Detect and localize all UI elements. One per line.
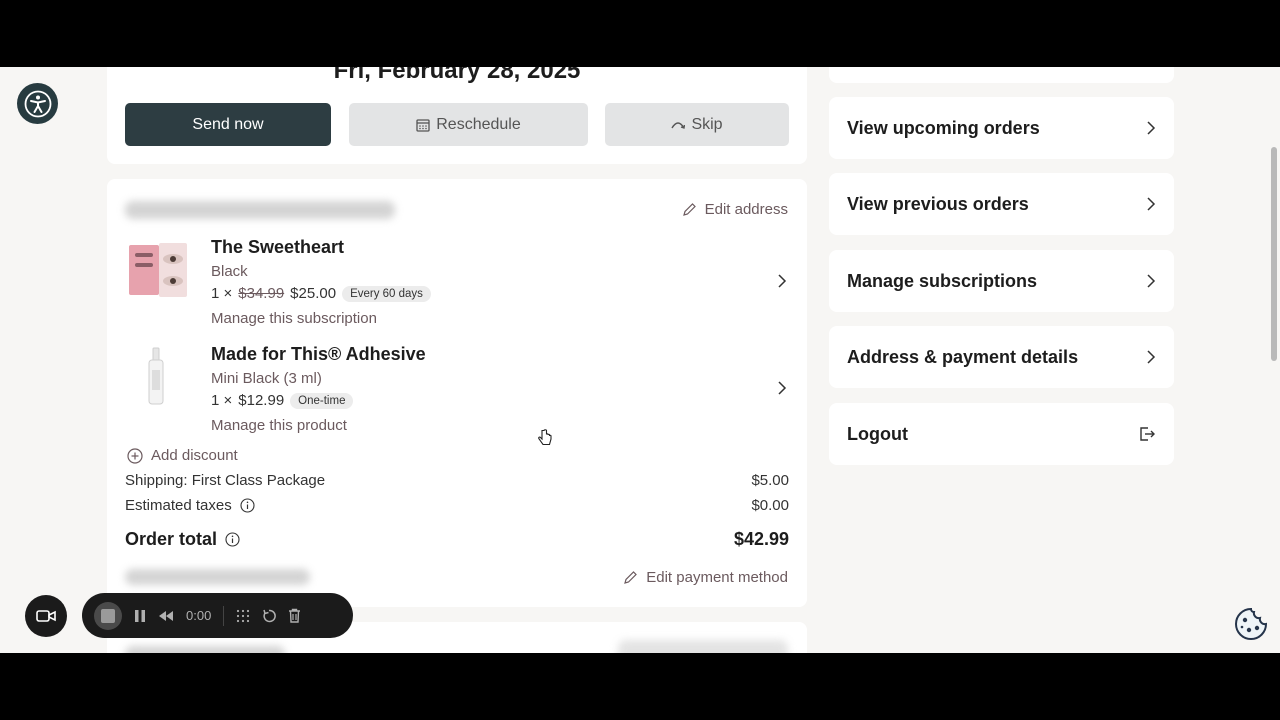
accessibility-button[interactable] <box>17 83 58 124</box>
shipping-value: $5.00 <box>751 472 789 489</box>
sidebar-item-label: Logout <box>847 423 908 444</box>
manage-subscription-link[interactable]: Manage this subscription <box>211 310 377 327</box>
camera-toggle-button[interactable] <box>25 595 67 637</box>
chevron-right-icon <box>1147 350 1156 364</box>
info-icon[interactable] <box>225 532 240 547</box>
shipping-label: Shipping: First Class Package <box>125 472 326 489</box>
stop-icon <box>101 608 115 623</box>
chevron-right-icon[interactable] <box>777 273 787 289</box>
taxes-label: Estimated taxes <box>125 497 232 514</box>
pencil-icon <box>682 203 696 216</box>
redacted-address <box>125 201 395 219</box>
reschedule-label: Reschedule <box>436 115 521 133</box>
sidebar-item-subscriptions[interactable]: Manage subscriptions <box>829 250 1174 312</box>
order-total-label: Order total <box>125 529 218 549</box>
frequency-badge: Every 60 days <box>342 285 431 302</box>
frequency-badge: One-time <box>290 392 354 409</box>
product-quantity: 1 × <box>211 285 233 302</box>
order-item[interactable]: The Sweetheart Black 1 × $34.99 $25.00 E… <box>125 237 795 333</box>
stop-recording-button[interactable] <box>94 601 122 630</box>
product-variant: Black <box>211 263 248 280</box>
chevron-right-icon <box>1147 197 1156 211</box>
grid-dots-icon[interactable] <box>236 609 250 623</box>
product-name: Made for This® Adhesive <box>211 344 426 364</box>
page-viewport: Fri, February 28, 2025 Send now Reschedu… <box>0 67 1280 653</box>
reschedule-button[interactable]: Reschedule <box>349 103 588 146</box>
delivery-date: Fri, February 28, 2025 <box>333 67 581 84</box>
send-now-label: Send now <box>192 115 264 133</box>
sidebar-item-upcoming-orders[interactable]: View upcoming orders <box>829 97 1174 159</box>
calendar-icon <box>416 118 430 132</box>
redacted-payment <box>125 569 310 585</box>
product-price: $12.99 <box>238 392 285 409</box>
chevron-right-icon <box>1147 121 1156 135</box>
manage-product-link[interactable]: Manage this product <box>211 417 347 434</box>
taxes-row: Estimated taxes $0.00 <box>125 497 789 514</box>
sidebar-item-label: Address & payment details <box>847 346 1079 367</box>
next-delivery-card: Fri, February 28, 2025 Send now Reschedu… <box>107 67 807 164</box>
product-image <box>125 344 191 410</box>
skip-label: Skip <box>691 115 723 133</box>
add-discount-label: Add discount <box>151 447 238 464</box>
logout-icon <box>1140 427 1155 441</box>
product-price-line: 1 × $12.99 One-time <box>211 392 354 409</box>
total-label-group: Order total <box>125 529 240 550</box>
taxes-label-group: Estimated taxes <box>125 497 255 514</box>
redacted-heading <box>125 646 285 653</box>
discounted-price: $25.00 <box>290 285 337 302</box>
edit-address-link[interactable]: Edit address <box>682 201 788 218</box>
rewind-icon[interactable] <box>158 610 174 622</box>
cookie-settings-icon[interactable] <box>1233 606 1269 642</box>
chevron-right-icon <box>1147 274 1156 288</box>
original-price: $34.99 <box>238 285 285 302</box>
toolbar-divider <box>223 605 225 626</box>
recording-timer: 0:00 <box>186 608 212 623</box>
sidebar-item-previous-orders[interactable]: View previous orders <box>829 173 1174 235</box>
edit-payment-label: Edit payment method <box>646 569 788 586</box>
product-quantity: 1 × <box>211 392 233 409</box>
send-now-button[interactable]: Send now <box>125 103 331 146</box>
plus-circle-icon <box>127 447 143 464</box>
redacted-button <box>618 640 788 653</box>
edit-address-label: Edit address <box>704 201 788 218</box>
order-total-row: Order total $42.99 <box>125 529 789 550</box>
pencil-icon <box>624 571 638 584</box>
product-variant: Mini Black (3 ml) <box>211 370 322 387</box>
hand-cursor-icon <box>538 429 552 446</box>
taxes-value: $0.00 <box>751 497 789 514</box>
recording-toolbar: 0:00 <box>82 593 353 638</box>
edit-payment-link[interactable]: Edit payment method <box>623 569 788 586</box>
sidebar-item-label: Manage subscriptions <box>847 270 1038 291</box>
pause-icon[interactable] <box>134 609 146 623</box>
scrollbar-thumb[interactable] <box>1271 147 1277 361</box>
sidebar-top-card <box>829 67 1174 83</box>
info-icon[interactable] <box>240 498 255 513</box>
skip-arc-icon <box>671 121 686 129</box>
sidebar-item-address-payment[interactable]: Address & payment details <box>829 326 1174 388</box>
trash-icon[interactable] <box>288 608 301 623</box>
chevron-right-icon[interactable] <box>777 380 787 396</box>
sidebar-item-logout[interactable]: Logout <box>829 403 1174 465</box>
sidebar-item-label: View previous orders <box>847 193 1029 214</box>
accessibility-icon <box>24 90 51 117</box>
shipping-row: Shipping: First Class Package $5.00 <box>125 472 789 489</box>
video-camera-icon <box>36 610 56 622</box>
skip-button[interactable]: Skip <box>605 103 789 146</box>
product-name: The Sweetheart <box>211 237 345 257</box>
order-total-value: $42.99 <box>733 529 789 549</box>
order-item[interactable]: Made for This® Adhesive Mini Black (3 ml… <box>125 344 795 440</box>
order-details-card: Edit address The Sweetheart Black 1 × $3… <box>107 179 807 607</box>
add-discount-link[interactable]: Add discount <box>127 447 238 464</box>
sidebar-item-label: View upcoming orders <box>847 117 1040 138</box>
product-price-line: 1 × $34.99 $25.00 Every 60 days <box>211 285 431 302</box>
restart-icon[interactable] <box>262 609 277 623</box>
product-image <box>125 237 191 303</box>
